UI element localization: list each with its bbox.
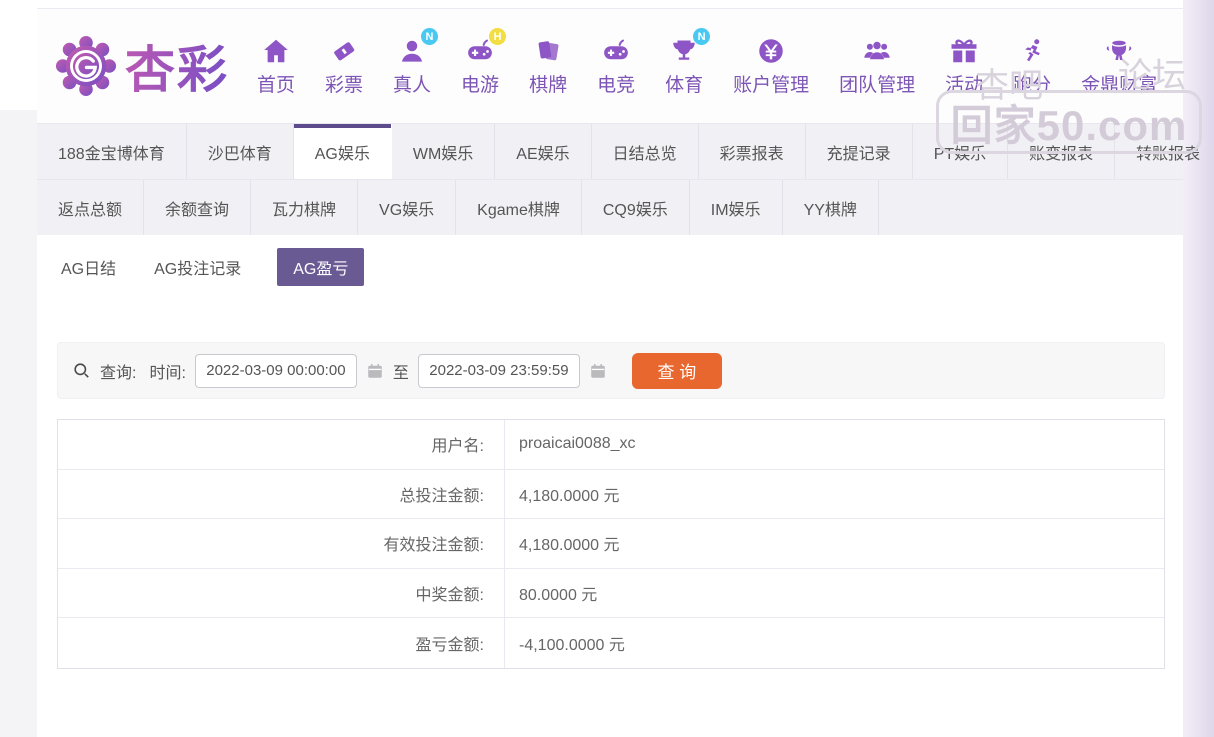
- live-person-icon: N: [396, 35, 428, 67]
- brand-flower-icon: [55, 35, 117, 97]
- nav-item-wealth[interactable]: 金鼎财富: [1081, 35, 1157, 97]
- search-bar: 查询: 时间: 至 查 询: [57, 342, 1165, 399]
- main-container: 杏彩 首页 彩票 N 真人 H 电游 棋牌 电竞 N 体育 账户管理 团队管理 …: [37, 8, 1183, 669]
- coin-yuan-icon: [755, 35, 787, 67]
- table-row: 中奖金额: 80.0000 元: [58, 569, 1164, 619]
- nav-item-lottery[interactable]: 彩票: [325, 35, 363, 97]
- badge-n: N: [421, 28, 438, 45]
- table-row: 用户名: proaicai0088_xc: [58, 420, 1164, 470]
- nav-item-label: 电竞: [597, 70, 635, 97]
- home-icon: [260, 35, 292, 67]
- tabs-row-1: 188金宝博体育沙巴体育AG娱乐WM娱乐AE娱乐日结总览彩票报表充提记录PT娱乐…: [37, 123, 1183, 179]
- tab-shaba-sports[interactable]: 沙巴体育: [187, 124, 294, 179]
- table-row: 总投注金额: 4,180.0000 元: [58, 470, 1164, 520]
- row-value: proaicai0088_xc: [505, 420, 1164, 469]
- nav-item-paofen[interactable]: 跑分: [1013, 35, 1051, 97]
- tab-ae[interactable]: AE娱乐: [495, 124, 591, 179]
- nav-item-activity[interactable]: 活动: [945, 35, 983, 97]
- nav-item-board[interactable]: 棋牌: [529, 35, 567, 97]
- subtab-ag-bet-records[interactable]: AG投注记录: [152, 248, 243, 286]
- table-row: 有效投注金额: 4,180.0000 元: [58, 519, 1164, 569]
- esports-gamepad-icon: [600, 35, 632, 67]
- query-button[interactable]: 查 询: [632, 353, 722, 389]
- runner-icon: [1016, 35, 1048, 67]
- nav-item-label: 体育: [665, 70, 703, 97]
- row-value: 80.0000 元: [505, 569, 1164, 618]
- tab-yy[interactable]: YY棋牌: [783, 180, 879, 235]
- team-icon: [861, 35, 893, 67]
- badge-h: H: [489, 28, 506, 45]
- tab-cq9[interactable]: CQ9娱乐: [582, 180, 690, 235]
- badge-n: N: [693, 28, 710, 45]
- date-from-input[interactable]: [195, 354, 357, 388]
- nav-item-label: 电游: [461, 70, 499, 97]
- nav-item-egame[interactable]: H 电游: [461, 35, 499, 97]
- row-label: 用户名:: [58, 420, 505, 469]
- nav-item-label: 首页: [257, 70, 295, 97]
- subtab-ag-daily[interactable]: AG日结: [59, 248, 118, 286]
- tab-deposit-records[interactable]: 充提记录: [806, 124, 913, 179]
- nav-item-label: 活动: [945, 70, 983, 97]
- scrollbar-track[interactable]: [1183, 0, 1214, 737]
- search-section-label: 查询:: [100, 359, 136, 383]
- gift-icon: [948, 35, 980, 67]
- nav-item-label: 团队管理: [839, 70, 915, 97]
- nav-item-account[interactable]: 账户管理: [733, 35, 809, 97]
- page-left-margin: [0, 110, 37, 737]
- primary-nav: 首页 彩票 N 真人 H 电游 棋牌 电竞 N 体育 账户管理 团队管理 活动 …: [257, 35, 1157, 97]
- subtabs: AG日结 AG投注记录 AG盈亏: [59, 249, 1183, 285]
- tab-ag[interactable]: AG娱乐: [294, 124, 392, 179]
- brand-logo[interactable]: 杏彩: [55, 30, 229, 102]
- tab-rebate-total[interactable]: 返点总额: [37, 180, 144, 235]
- calendar-from-icon[interactable]: [366, 362, 384, 380]
- nav-item-live[interactable]: N 真人: [393, 35, 431, 97]
- tab-wali-board[interactable]: 瓦力棋牌: [251, 180, 358, 235]
- report-table: 用户名: proaicai0088_xc 总投注金额: 4,180.0000 元…: [57, 419, 1165, 669]
- row-value: -4,100.0000 元: [505, 618, 1164, 668]
- tab-wm[interactable]: WM娱乐: [392, 124, 495, 179]
- tab-jbb188-sports[interactable]: 188金宝博体育: [37, 124, 187, 179]
- tab-lottery-report[interactable]: 彩票报表: [699, 124, 806, 179]
- nav-item-sports[interactable]: N 体育: [665, 35, 703, 97]
- subtab-ag-profit[interactable]: AG盈亏: [277, 248, 364, 286]
- nav-item-label: 账户管理: [733, 70, 809, 97]
- trophy-icon: N: [668, 35, 700, 67]
- ticket-icon: [328, 35, 360, 67]
- nav-item-label: 棋牌: [529, 70, 567, 97]
- tab-kgame[interactable]: Kgame棋牌: [456, 180, 582, 235]
- brand-name: 杏彩: [125, 30, 229, 102]
- tab-change-report[interactable]: 账变报表: [1008, 124, 1115, 179]
- row-label: 中奖金额:: [58, 569, 505, 618]
- nav-item-home[interactable]: 首页: [257, 35, 295, 97]
- row-value: 4,180.0000 元: [505, 470, 1164, 519]
- table-row: 盈亏金额: -4,100.0000 元: [58, 618, 1164, 668]
- range-separator: 至: [393, 359, 409, 383]
- tab-pt[interactable]: PT娱乐: [913, 124, 1008, 179]
- nav-item-label: 金鼎财富: [1081, 70, 1157, 97]
- header: 杏彩 首页 彩票 N 真人 H 电游 棋牌 电竞 N 体育 账户管理 团队管理 …: [37, 9, 1183, 123]
- row-label: 有效投注金额:: [58, 519, 505, 568]
- tab-balance-query[interactable]: 余额查询: [144, 180, 251, 235]
- search-icon: [72, 361, 91, 380]
- time-label: 时间:: [149, 359, 185, 383]
- tab-im[interactable]: IM娱乐: [690, 180, 783, 235]
- calendar-to-icon[interactable]: [589, 362, 607, 380]
- date-to-input[interactable]: [418, 354, 580, 388]
- nav-item-esports[interactable]: 电竞: [597, 35, 635, 97]
- nav-item-team[interactable]: 团队管理: [839, 35, 915, 97]
- row-label: 总投注金额:: [58, 470, 505, 519]
- tab-daily-summary[interactable]: 日结总览: [592, 124, 699, 179]
- cards-icon: [532, 35, 564, 67]
- tab-transfer-report[interactable]: 转账报表: [1115, 124, 1214, 179]
- tabs-row-2: 返点总额余额查询瓦力棋牌VG娱乐Kgame棋牌CQ9娱乐IM娱乐YY棋牌: [37, 179, 1183, 235]
- gamepad-icon: H: [464, 35, 496, 67]
- ding-trophy-icon: [1103, 35, 1135, 67]
- tab-vg[interactable]: VG娱乐: [358, 180, 456, 235]
- nav-item-label: 彩票: [325, 70, 363, 97]
- nav-item-label: 跑分: [1013, 70, 1051, 97]
- row-label: 盈亏金额:: [58, 618, 505, 668]
- nav-item-label: 真人: [393, 70, 431, 97]
- row-value: 4,180.0000 元: [505, 519, 1164, 568]
